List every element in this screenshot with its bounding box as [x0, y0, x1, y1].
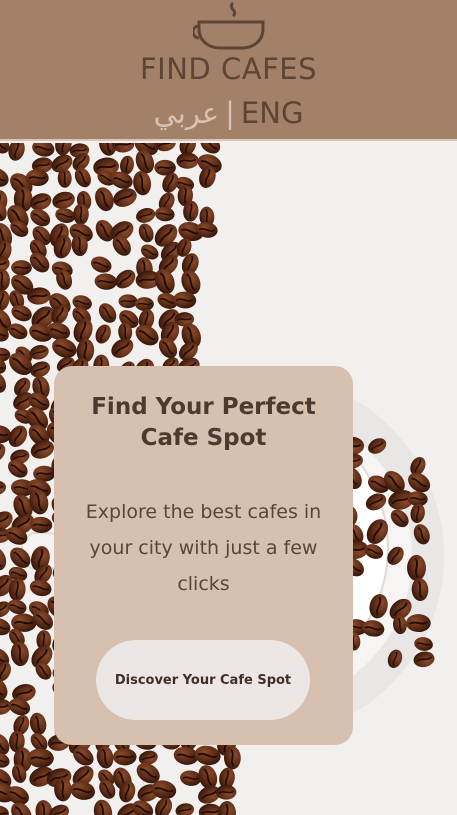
lang-english-link[interactable]: ENG — [241, 96, 304, 130]
hero-description: Explore the best cafes in your city with… — [85, 501, 322, 595]
hero-card: Find Your Perfect Cafe Spot Explore the … — [54, 366, 353, 745]
language-switcher: عربي | ENG — [0, 96, 457, 130]
top-header: FIND CAFES عربي | ENG — [0, 0, 457, 141]
brand-title: FIND CAFES — [140, 52, 317, 86]
lang-arabic-link[interactable]: عربي — [154, 96, 220, 130]
hero-title: Find Your Perfect Cafe Spot — [91, 394, 316, 451]
discover-cafe-button[interactable]: Discover Your Cafe Spot — [96, 640, 310, 720]
coffee-cup-icon — [193, 1, 265, 50]
lang-separator: | — [225, 96, 235, 130]
